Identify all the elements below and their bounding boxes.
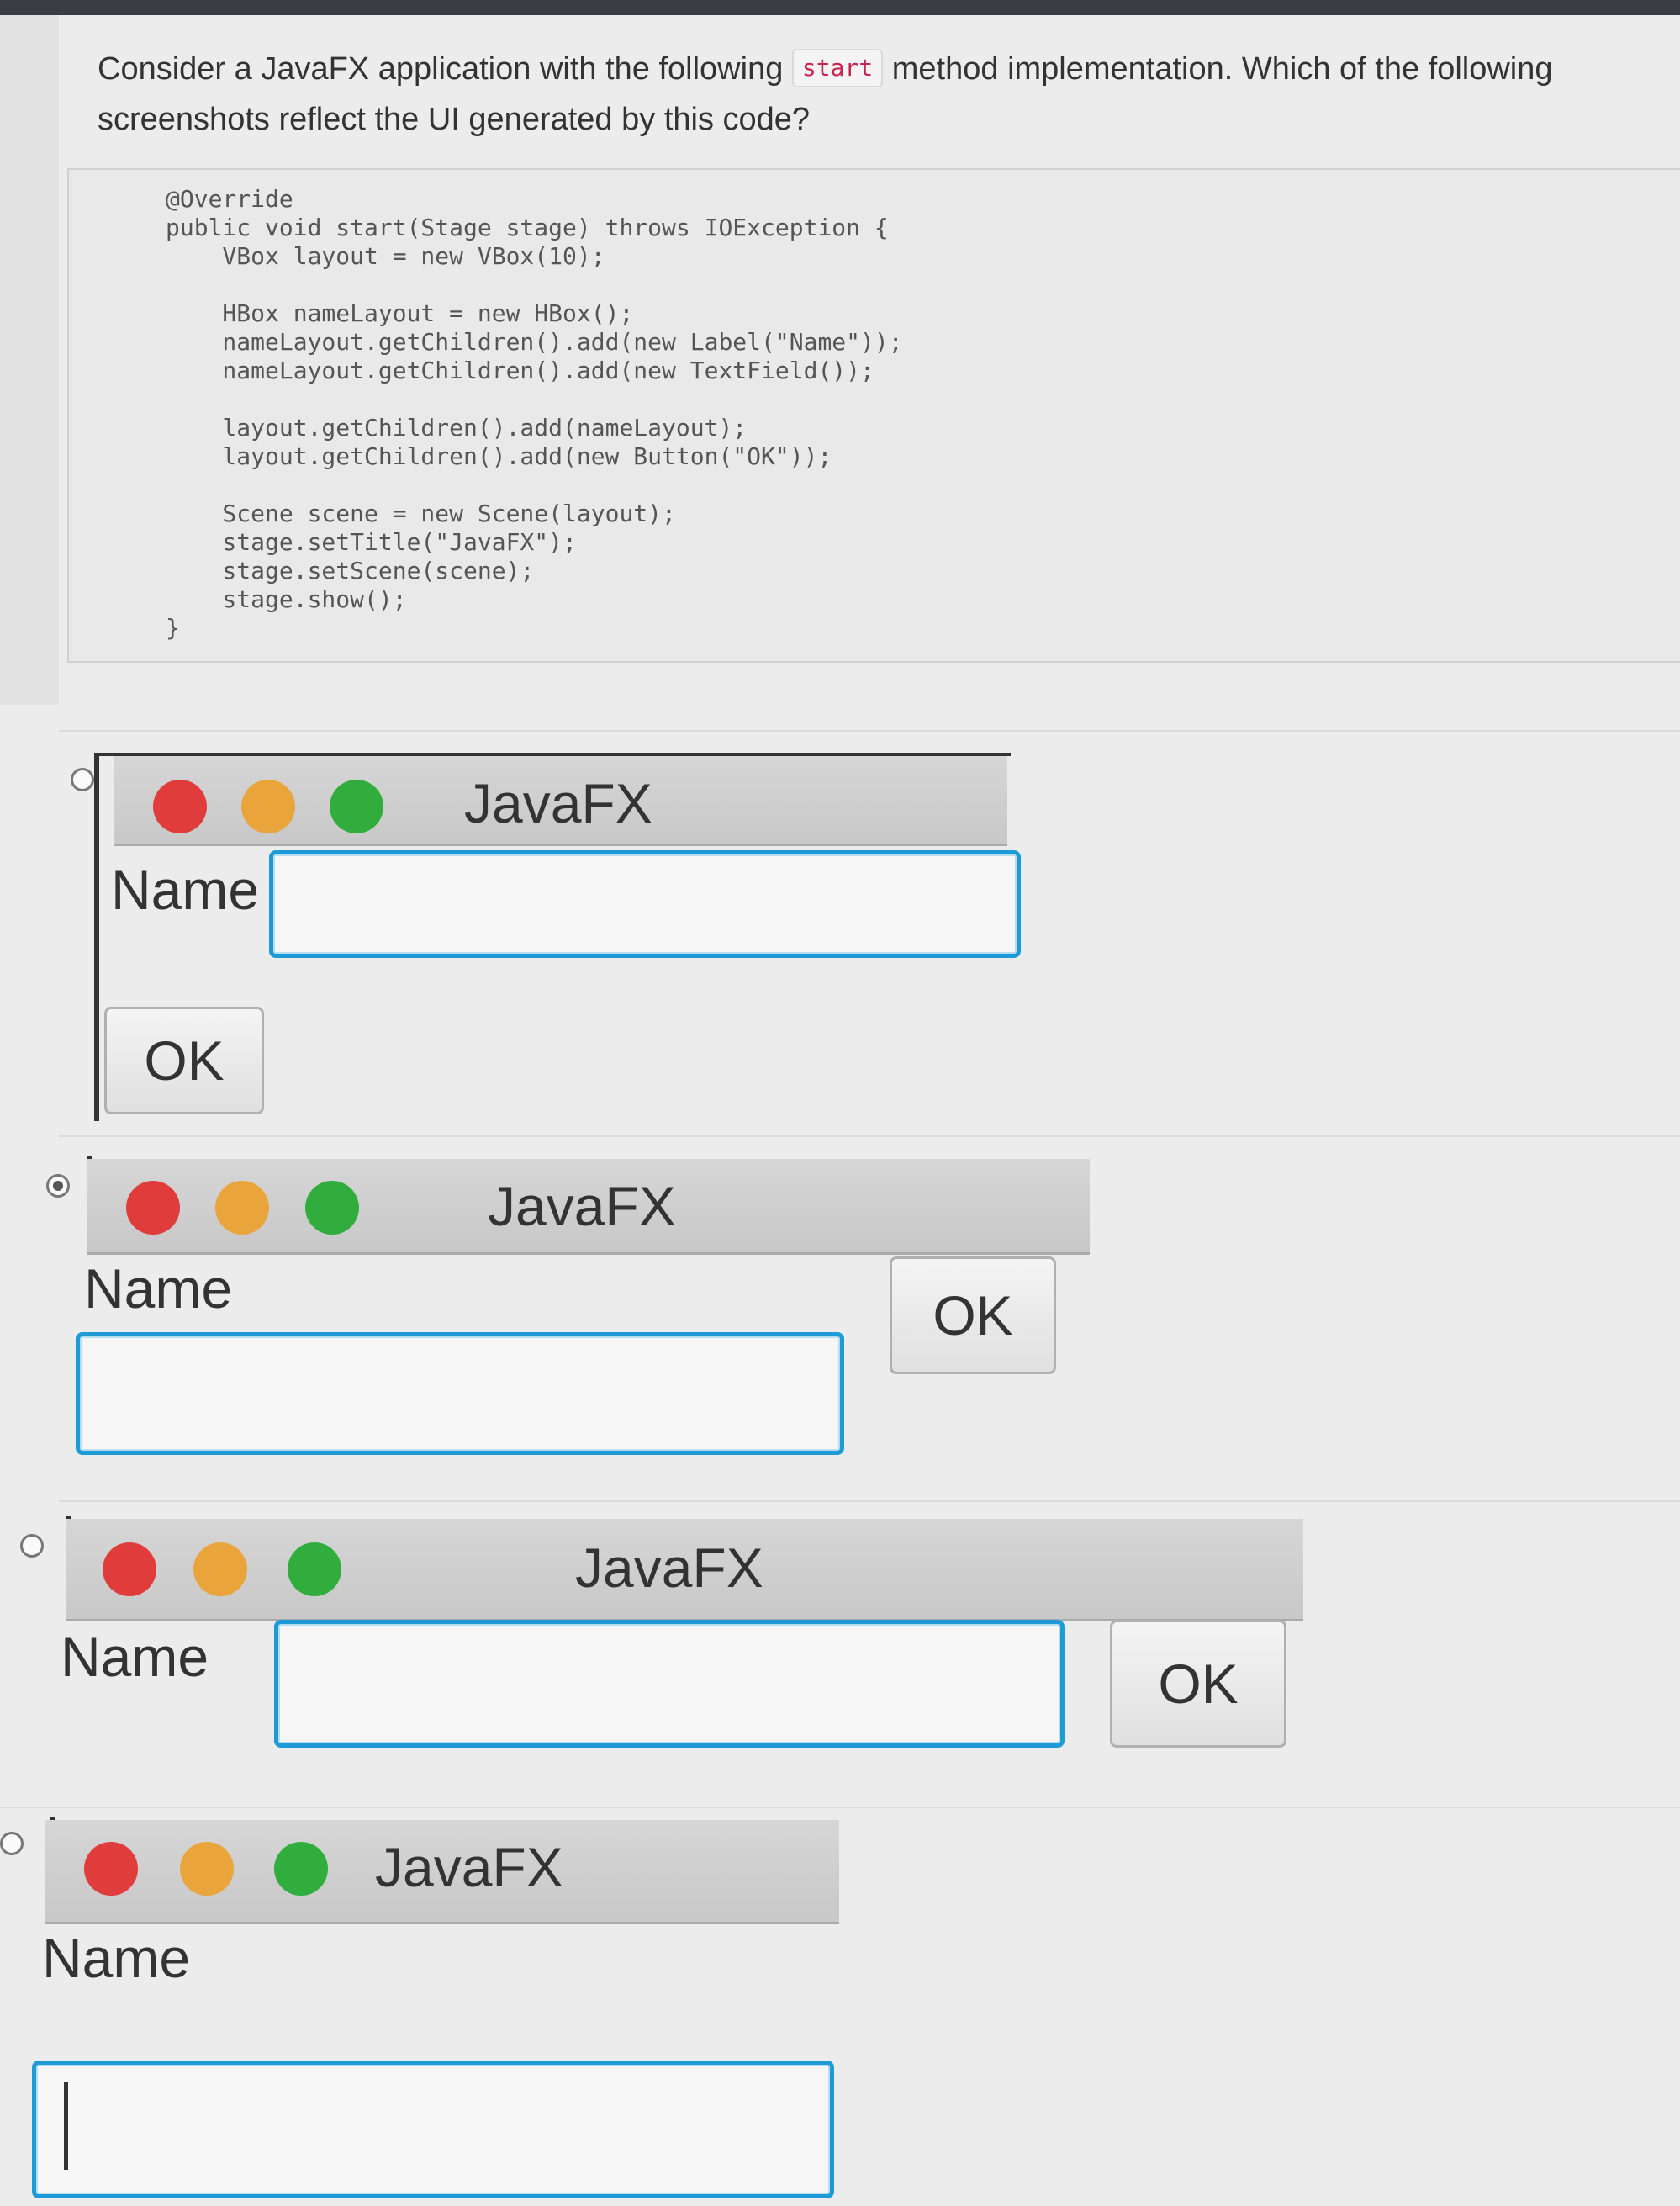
window-title: JavaFX (464, 772, 652, 834)
code-block: @Override public void start(Stage stage)… (67, 168, 1680, 663)
window-title: JavaFX (488, 1175, 676, 1237)
name-label: Name (111, 859, 260, 921)
question-text: Consider a JavaFX application with the f… (98, 44, 1645, 145)
option-1-radio[interactable] (71, 768, 94, 791)
maximize-icon[interactable] (288, 1542, 341, 1596)
name-text-field[interactable] (76, 1332, 844, 1455)
question-text-before: Consider a JavaFX application with the f… (98, 51, 784, 87)
window-title: JavaFX (375, 1836, 563, 1898)
name-text-field[interactable] (269, 850, 1021, 958)
ok-button[interactable]: OK (890, 1256, 1056, 1374)
top-bar (0, 0, 1680, 15)
inline-code-start: start (791, 49, 884, 87)
option-3-window: JavaFX Name OK (54, 1516, 1315, 1785)
minimize-icon[interactable] (241, 780, 295, 833)
divider (59, 730, 1680, 732)
name-label: Name (61, 1626, 209, 1688)
option-2-radio[interactable] (46, 1174, 70, 1198)
maximize-icon[interactable] (305, 1181, 359, 1235)
option-2-window: JavaFX Name OK (74, 1156, 1091, 1467)
option-4-radio[interactable] (0, 1832, 24, 1855)
divider (0, 1807, 1680, 1808)
window-title: JavaFX (575, 1537, 763, 1599)
minimize-icon[interactable] (193, 1542, 247, 1596)
ok-button[interactable]: OK (104, 1007, 264, 1114)
close-icon[interactable] (84, 1842, 138, 1896)
option-4-window: JavaFX Name (32, 1817, 846, 2203)
minimize-icon[interactable] (215, 1181, 269, 1235)
ok-button[interactable]: OK (1110, 1620, 1286, 1748)
close-icon[interactable] (153, 780, 207, 833)
divider (59, 1135, 1680, 1137)
option-1-window: JavaFX Name OK (94, 753, 1021, 1123)
name-text-field[interactable] (32, 2061, 834, 2198)
text-cursor (64, 2082, 68, 2170)
name-label: Name (84, 1257, 233, 1320)
maximize-icon[interactable] (274, 1842, 328, 1896)
option-3-radio[interactable] (20, 1534, 44, 1558)
name-label: Name (42, 1927, 191, 1989)
close-icon[interactable] (103, 1542, 156, 1596)
code-listing: @Override public void start(Stage stage)… (166, 185, 903, 642)
minimize-icon[interactable] (180, 1842, 234, 1896)
close-icon[interactable] (126, 1181, 180, 1235)
name-text-field[interactable] (274, 1620, 1065, 1748)
divider (59, 1500, 1680, 1502)
left-gutter (0, 15, 59, 705)
maximize-icon[interactable] (330, 780, 383, 833)
